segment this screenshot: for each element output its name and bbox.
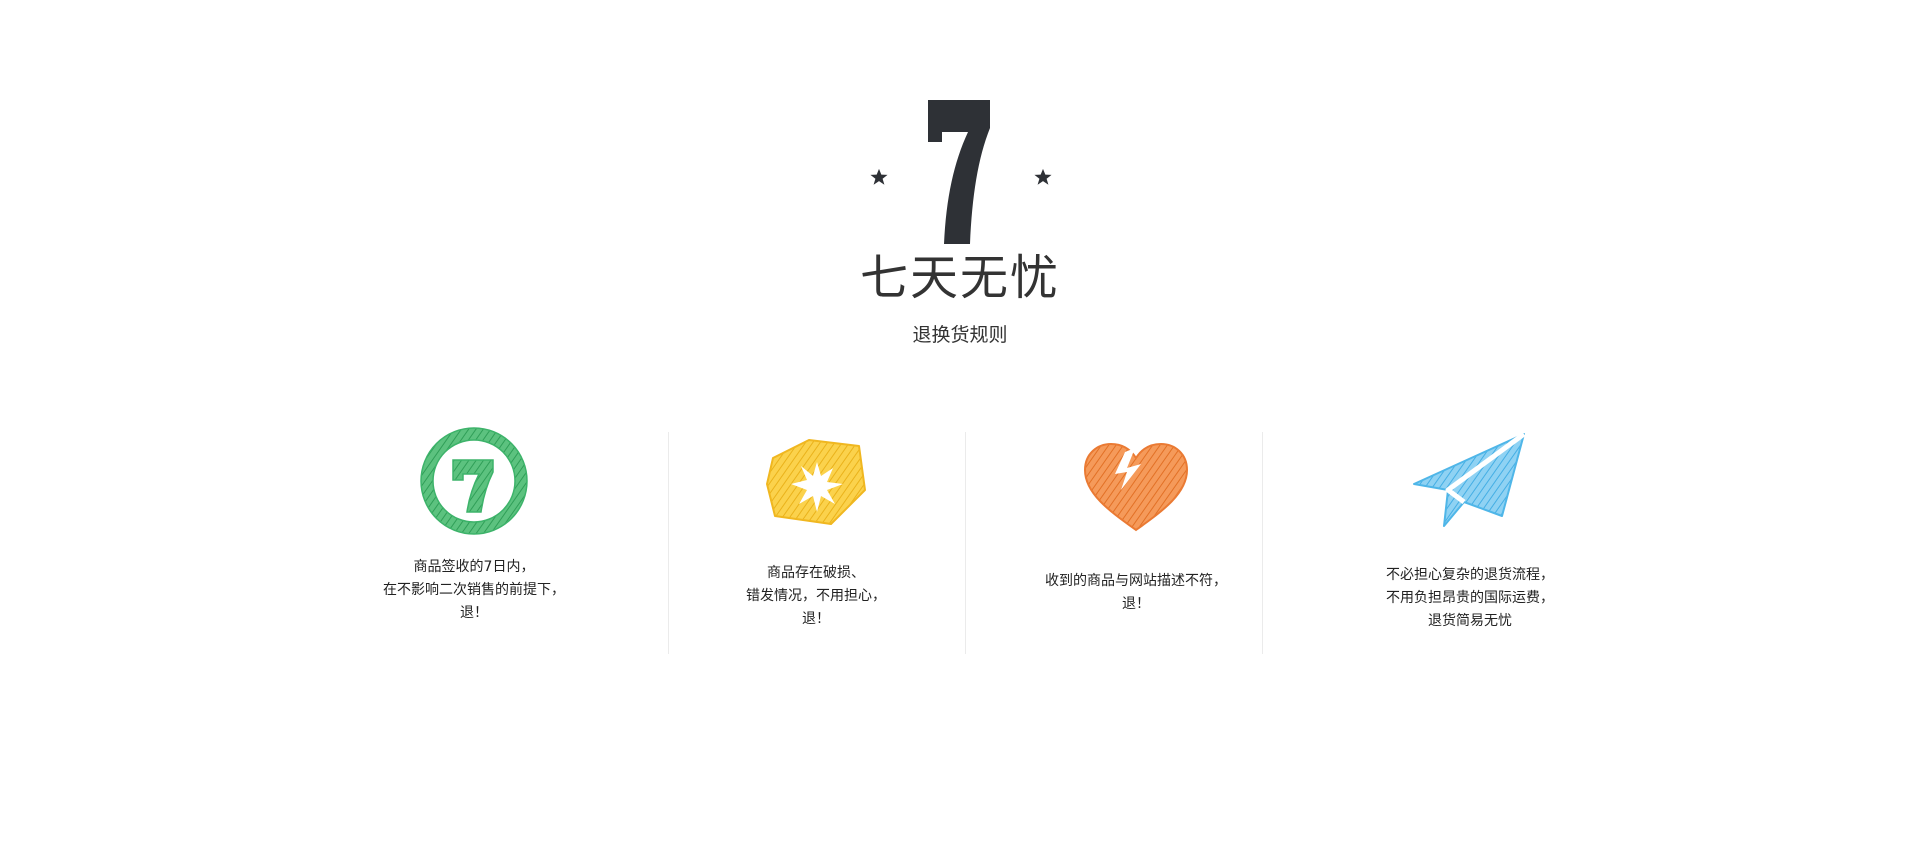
star-icon xyxy=(870,168,888,185)
circle-seven-icon xyxy=(420,427,528,535)
description-line: 退！ xyxy=(460,605,488,621)
page-title: 七天无忧 xyxy=(859,250,1060,306)
hero-section: 七天无忧 退换货规则 xyxy=(0,0,1920,360)
page-subtitle: 退换货规则 xyxy=(912,324,1008,346)
description-line: 不必担心复杂的退货流程， xyxy=(1386,567,1554,583)
damaged-box-icon xyxy=(766,439,866,525)
description-line: 商品签收的7日内， xyxy=(413,559,535,575)
description-line: 在不影响二次销售的前提下， xyxy=(383,582,565,598)
description-line: 不用负担昂贵的国际运费， xyxy=(1386,590,1554,606)
features-row: 商品签收的7日内， 在不影响二次销售的前提下， 退！ 商品存在破损、 错发情况，… xyxy=(0,420,1920,670)
description-line: 退！ xyxy=(1122,596,1150,612)
description-line: 商品存在破损、 xyxy=(767,565,865,581)
feature-damaged-item: 商品存在破损、 错发情况，不用担心， 退！ xyxy=(668,420,964,656)
feature-description: 不必担心复杂的退货流程， 不用负担昂贵的国际运费， 退货简易无忧 xyxy=(1322,564,1618,633)
feature-icon-wrap xyxy=(326,426,622,536)
feature-icon-wrap xyxy=(988,442,1284,534)
feature-icon-wrap xyxy=(668,432,964,532)
paper-plane-icon xyxy=(1413,432,1526,527)
feature-easy-return: 不必担心复杂的退货流程， 不用负担昂贵的国际运费， 退货简易无忧 xyxy=(1322,420,1618,656)
feature-seven-day-return: 商品签收的7日内， 在不影响二次销售的前提下， 退！ xyxy=(326,420,622,656)
seven-numeral-icon xyxy=(928,100,990,244)
description-line: 错发情况，不用担心， xyxy=(746,588,886,604)
feature-icon-wrap xyxy=(1322,432,1618,530)
feature-description: 商品存在破损、 错发情况，不用担心， 退！ xyxy=(668,562,964,631)
description-line: 退！ xyxy=(802,611,830,627)
feature-description: 商品签收的7日内， 在不影响二次销售的前提下， 退！ xyxy=(326,556,622,625)
feature-description: 收到的商品与网站描述不符， 退！ xyxy=(988,570,1284,616)
feature-not-as-described: 收到的商品与网站描述不符， 退！ xyxy=(988,420,1284,656)
description-line: 收到的商品与网站描述不符， xyxy=(1045,573,1227,589)
broken-heart-icon xyxy=(1083,442,1189,532)
description-line: 退货简易无忧 xyxy=(1428,613,1512,629)
star-icon xyxy=(1034,168,1052,185)
